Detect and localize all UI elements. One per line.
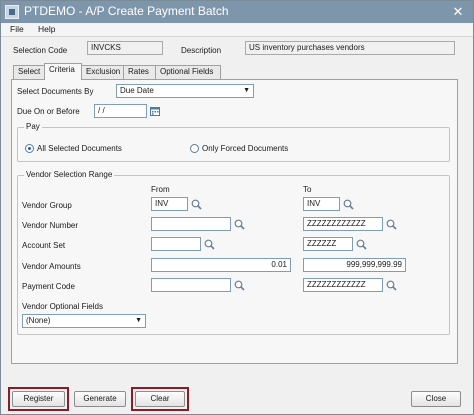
account-set-from-field[interactable]	[151, 237, 201, 251]
vendor-number-label: Vendor Number	[22, 221, 79, 230]
menu-bar: File Help	[1, 23, 473, 37]
title-bar[interactable]: PTDEMO - A/P Create Payment Batch ✕	[1, 1, 473, 23]
vendor-number-from-finder-icon[interactable]	[234, 219, 245, 230]
select-documents-by-label: Select Documents By	[17, 87, 94, 96]
vendor-optional-fields-label: Vendor Optional Fields	[22, 302, 103, 311]
vendor-group-to-field[interactable]: INV	[303, 197, 340, 211]
payment-code-to-field[interactable]: ZZZZZZZZZZZZ	[303, 278, 383, 292]
payment-code-to-finder-icon[interactable]	[386, 280, 397, 291]
close-button[interactable]: Close	[411, 391, 461, 407]
tab-rates[interactable]: Rates	[123, 65, 156, 79]
vendor-number-to-finder-icon[interactable]	[386, 219, 397, 230]
account-set-to-field[interactable]: ZZZZZZ	[303, 237, 353, 251]
vendor-amounts-from-field[interactable]: 0.01	[151, 258, 291, 272]
payment-batch-window: PTDEMO - A/P Create Payment Batch ✕ File…	[0, 0, 474, 415]
vendor-selection-range-title: Vendor Selection Range	[24, 170, 115, 179]
pay-group: Pay All Selected Documents Only Forced D…	[17, 122, 450, 162]
selection-code-label: Selection Code	[13, 46, 68, 55]
payment-code-from-finder-icon[interactable]	[234, 280, 245, 291]
chevron-down-icon: ▼	[135, 317, 142, 324]
due-on-or-before-label: Due On or Before	[17, 107, 80, 116]
select-documents-by-value: Due Date	[120, 86, 154, 95]
vendor-number-from-field[interactable]	[151, 217, 231, 231]
vendor-amounts-label: Vendor Amounts	[22, 262, 81, 271]
calendar-icon[interactable]	[150, 106, 160, 116]
all-selected-documents-label: All Selected Documents	[37, 144, 122, 153]
menu-help[interactable]: Help	[38, 24, 55, 34]
vendor-group-from-field[interactable]: INV	[151, 197, 188, 211]
description-field[interactable]: US inventory purchases vendors	[245, 41, 455, 55]
vendor-group-from-finder-icon[interactable]	[191, 199, 202, 210]
vendor-optional-fields-value: (None)	[26, 316, 51, 325]
select-documents-by-dropdown[interactable]: Due Date ▼	[116, 84, 254, 98]
tab-exclusion[interactable]: Exclusion	[81, 65, 124, 79]
only-forced-documents-label: Only Forced Documents	[202, 144, 289, 153]
due-on-or-before-field[interactable]: / /	[94, 104, 147, 118]
account-set-to-finder-icon[interactable]	[356, 239, 367, 250]
description-label: Description	[181, 46, 222, 55]
payment-code-from-field[interactable]	[151, 278, 231, 292]
from-column-label: From	[151, 185, 170, 194]
generate-button[interactable]: Generate	[74, 391, 126, 407]
vendor-selection-range-group: Vendor Selection Range From To Vendor Gr…	[17, 170, 450, 335]
vendor-amounts-to-field[interactable]: 999,999,999.99	[303, 258, 406, 272]
account-set-label: Account Set	[22, 241, 66, 250]
vendor-optional-fields-dropdown[interactable]: (None) ▼	[22, 314, 146, 328]
to-column-label: To	[303, 185, 312, 194]
tab-select[interactable]: Select	[13, 65, 45, 79]
vendor-number-to-field[interactable]: ZZZZZZZZZZZZ	[303, 217, 383, 231]
clear-button[interactable]: Clear	[135, 391, 185, 407]
criteria-panel: Select Documents By Due Date ▼ Due On or…	[11, 79, 458, 364]
selection-code-field[interactable]: INVCKS	[87, 41, 163, 55]
tab-optional-fields[interactable]: Optional Fields	[155, 65, 221, 79]
radio-all-selected-documents[interactable]	[25, 144, 34, 153]
pay-group-title: Pay	[24, 122, 42, 131]
close-window-button[interactable]: ✕	[449, 3, 467, 20]
account-set-from-finder-icon[interactable]	[204, 239, 215, 250]
vendor-group-label: Vendor Group	[22, 201, 72, 210]
radio-only-forced-documents[interactable]	[190, 144, 199, 153]
window-title: PTDEMO - A/P Create Payment Batch	[24, 4, 229, 18]
chevron-down-icon: ▼	[243, 87, 250, 94]
tab-criteria[interactable]: Criteria	[44, 63, 82, 80]
vendor-group-to-finder-icon[interactable]	[343, 199, 354, 210]
app-icon	[5, 5, 19, 19]
payment-code-label: Payment Code	[22, 282, 75, 291]
register-button[interactable]: Register	[12, 391, 65, 407]
menu-file[interactable]: File	[10, 24, 24, 34]
